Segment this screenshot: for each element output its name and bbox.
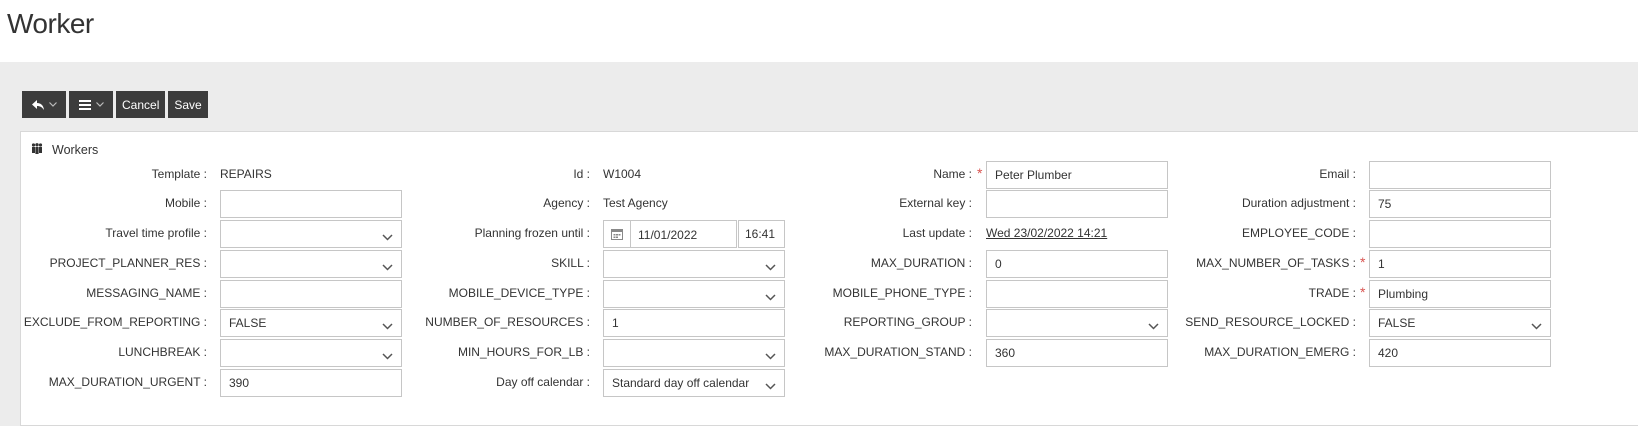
planning-frozen-date-field[interactable]: 11/01/2022 bbox=[603, 220, 737, 248]
max-duration-emerg-label: MAX_DURATION_EMERG : bbox=[1204, 345, 1356, 359]
toolbar: Cancel Save bbox=[22, 91, 208, 118]
last-update-label: Last update : bbox=[902, 226, 972, 240]
send-resource-locked-label: SEND_RESOURCE_LOCKED : bbox=[1185, 315, 1356, 329]
travel-time-profile-label: Travel time profile : bbox=[105, 226, 207, 240]
mobile-device-type-label: MOBILE_DEVICE_TYPE : bbox=[448, 286, 590, 300]
calendar-icon[interactable] bbox=[604, 221, 631, 247]
external-key-field[interactable] bbox=[986, 190, 1168, 218]
required-asterisk: * bbox=[1360, 254, 1366, 270]
exclude-from-reporting-label: EXCLUDE_FROM_REPORTING : bbox=[23, 315, 207, 329]
required-asterisk: * bbox=[977, 165, 983, 181]
employee-code-field[interactable] bbox=[1369, 220, 1551, 248]
planning-frozen-until-label: Planning frozen until : bbox=[474, 226, 590, 240]
min-hours-for-lb-label: MIN_HOURS_FOR_LB : bbox=[457, 345, 590, 359]
email-field[interactable] bbox=[1369, 161, 1551, 189]
agency-label: Agency : bbox=[543, 196, 590, 210]
template-value: REPAIRS bbox=[220, 167, 272, 181]
exclude-from-reporting-value: FALSE bbox=[229, 316, 267, 330]
travel-time-profile-select[interactable] bbox=[220, 220, 402, 248]
mobile-device-type-select[interactable] bbox=[603, 280, 785, 308]
messaging-name-label: MESSAGING_NAME : bbox=[86, 286, 207, 300]
duration-adjustment-field[interactable]: 75 bbox=[1369, 190, 1551, 218]
name-label: Name : bbox=[933, 167, 972, 181]
exclude-from-reporting-select[interactable]: FALSE bbox=[220, 309, 402, 337]
save-button[interactable]: Save bbox=[168, 91, 208, 118]
id-value: W1004 bbox=[603, 167, 642, 181]
day-off-calendar-value: Standard day off calendar bbox=[612, 376, 750, 390]
group-users-icon bbox=[31, 143, 43, 157]
employee-code-label: EMPLOYEE_CODE : bbox=[1241, 226, 1356, 240]
agency-value: Test Agency bbox=[603, 196, 668, 210]
messaging-name-field[interactable] bbox=[220, 280, 402, 308]
max-duration-stand-label: MAX_DURATION_STAND : bbox=[824, 345, 972, 359]
max-duration-urgent-label: MAX_DURATION_URGENT : bbox=[48, 375, 207, 389]
max-duration-urgent-field[interactable]: 390 bbox=[220, 369, 402, 397]
email-label: Email : bbox=[1319, 167, 1356, 181]
last-update-link[interactable]: Wed 23/02/2022 14:21 bbox=[986, 226, 1107, 240]
max-duration-emerg-field[interactable]: 420 bbox=[1369, 339, 1551, 367]
lunchbreak-label: LUNCHBREAK : bbox=[118, 345, 207, 359]
skill-label: SKILL : bbox=[551, 256, 590, 270]
number-of-resources-label: NUMBER_OF_RESOURCES : bbox=[425, 315, 590, 329]
mobile-phone-type-label: MOBILE_PHONE_TYPE : bbox=[832, 286, 972, 300]
panel-title: Workers bbox=[52, 143, 99, 157]
back-dropdown-button[interactable] bbox=[22, 91, 66, 118]
day-off-calendar-label: Day off calendar : bbox=[496, 375, 590, 389]
external-key-label: External key : bbox=[899, 196, 972, 210]
menu-dropdown-button[interactable] bbox=[69, 91, 113, 118]
max-number-of-tasks-label: MAX_NUMBER_OF_TASKS : bbox=[1196, 256, 1356, 270]
project-planner-res-label: PROJECT_PLANNER_RES : bbox=[49, 256, 207, 270]
reporting-group-label: REPORTING_GROUP : bbox=[843, 315, 972, 329]
number-of-resources-field[interactable]: 1 bbox=[603, 309, 785, 337]
planning-frozen-date-value: 11/01/2022 bbox=[638, 228, 698, 242]
chevron-down-icon bbox=[1531, 319, 1542, 333]
send-resource-locked-select[interactable]: FALSE bbox=[1369, 309, 1551, 337]
day-off-calendar-select[interactable]: Standard day off calendar bbox=[603, 369, 785, 397]
mobile-label: Mobile : bbox=[164, 196, 207, 210]
required-asterisk: * bbox=[1360, 284, 1366, 300]
name-field[interactable]: Peter Plumber bbox=[986, 161, 1168, 189]
id-label: Id : bbox=[573, 167, 590, 181]
skill-select[interactable] bbox=[603, 250, 785, 278]
hamburger-menu-icon bbox=[78, 99, 91, 110]
duration-adjustment-label: Duration adjustment : bbox=[1241, 196, 1356, 210]
max-duration-stand-field[interactable]: 360 bbox=[986, 339, 1168, 367]
lunchbreak-select[interactable] bbox=[220, 339, 402, 367]
project-planner-res-select[interactable] bbox=[220, 250, 402, 278]
panel-header: Workers bbox=[31, 143, 98, 157]
mobile-field[interactable] bbox=[220, 190, 402, 218]
max-duration-label: MAX_DURATION : bbox=[870, 256, 972, 270]
trade-field[interactable]: Plumbing bbox=[1369, 280, 1551, 308]
template-label: Template : bbox=[151, 167, 207, 181]
trade-label: TRADE : bbox=[1308, 286, 1356, 300]
reply-arrow-icon bbox=[31, 99, 44, 110]
max-number-of-tasks-field[interactable]: 1 bbox=[1369, 250, 1551, 278]
page-title: Worker bbox=[7, 8, 94, 39]
chevron-down-icon bbox=[48, 102, 57, 107]
send-resource-locked-value: FALSE bbox=[1378, 316, 1416, 330]
cancel-button[interactable]: Cancel bbox=[116, 91, 166, 118]
max-duration-field[interactable]: 0 bbox=[986, 250, 1168, 278]
chevron-down-icon bbox=[95, 102, 104, 107]
reporting-group-select[interactable] bbox=[986, 309, 1168, 337]
min-hours-for-lb-select[interactable] bbox=[603, 339, 785, 367]
mobile-phone-type-field[interactable] bbox=[986, 280, 1168, 308]
chevron-down-icon bbox=[765, 379, 776, 393]
